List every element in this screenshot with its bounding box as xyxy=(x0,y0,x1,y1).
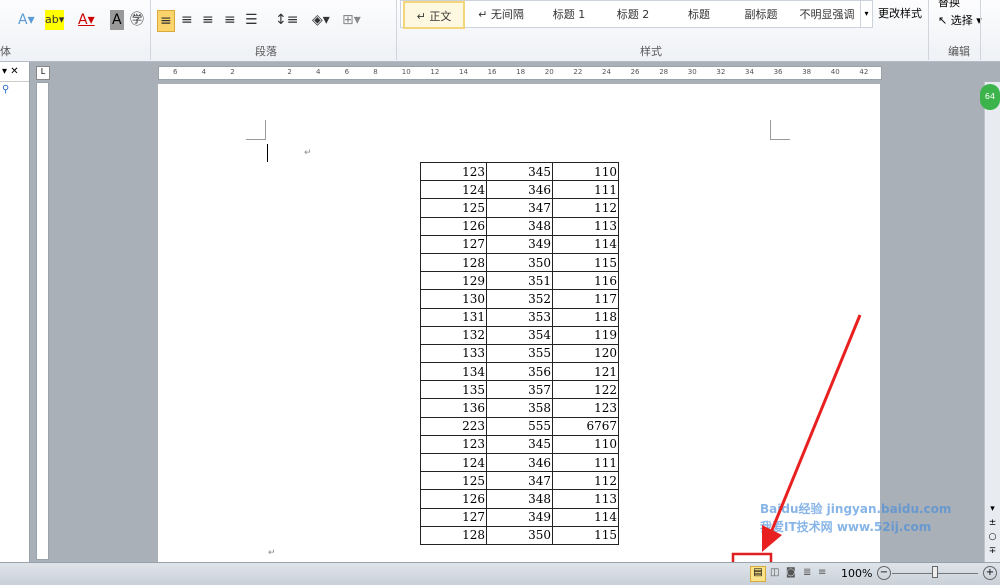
zoom-slider-thumb[interactable] xyxy=(932,566,938,578)
zoom-out-button[interactable]: − xyxy=(877,566,891,580)
web-layout-icon[interactable]: ◙ xyxy=(786,567,796,578)
zoom-level[interactable]: 100% xyxy=(841,567,872,580)
red-arrow xyxy=(768,314,862,536)
status-bar: ▤ ◫ ◙ ≣ ≡ 100% − + xyxy=(0,562,1000,585)
draft-view-icon[interactable]: ≡ xyxy=(818,567,826,578)
print-layout-view-icon[interactable]: ▤ xyxy=(750,566,766,582)
annotation-overlay xyxy=(731,314,862,585)
outline-view-icon[interactable]: ≣ xyxy=(803,567,811,578)
zoom-in-button[interactable]: + xyxy=(983,566,997,580)
full-screen-reading-icon[interactable]: ◫ xyxy=(770,567,779,578)
